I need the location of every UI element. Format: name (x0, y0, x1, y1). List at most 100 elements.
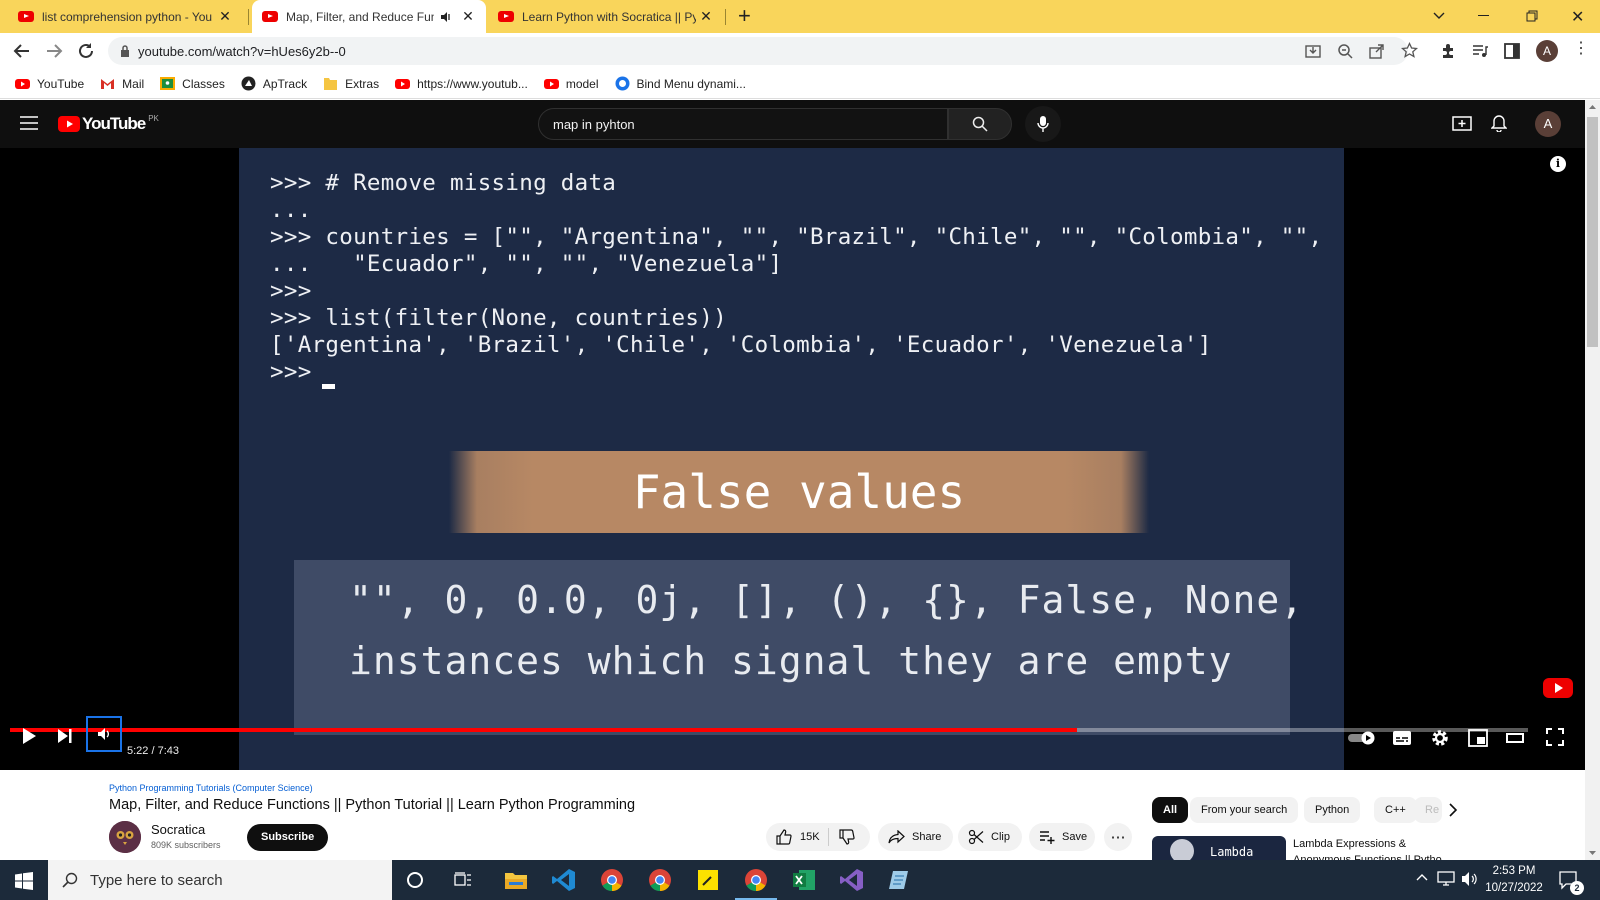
channel-watermark-icon[interactable] (1543, 676, 1573, 700)
voice-search-button[interactable] (1025, 106, 1061, 142)
play-button[interactable] (20, 727, 38, 745)
account-avatar[interactable]: A (1535, 111, 1561, 137)
chevron-right-icon[interactable] (1448, 803, 1458, 817)
file-explorer-icon[interactable] (503, 867, 529, 893)
windows-start-icon[interactable] (15, 872, 33, 890)
search-button[interactable] (948, 108, 1012, 140)
bookmark-classes[interactable]: Classes (160, 76, 225, 91)
bookmark-model[interactable]: model (543, 76, 599, 91)
bookmark-bind-menu[interactable]: Bind Menu dynami... (615, 76, 746, 91)
close-tab-icon[interactable]: ✕ (458, 8, 478, 25)
speaker-icon[interactable] (440, 11, 452, 23)
miniplayer-icon[interactable] (1468, 729, 1488, 747)
clock-time[interactable]: 2:53 PM (1484, 865, 1544, 877)
notifications-bell-icon[interactable] (1491, 114, 1507, 132)
subscribe-button[interactable]: Subscribe (247, 824, 329, 851)
new-tab-button[interactable]: + (738, 5, 751, 27)
page-scrollbar[interactable] (1585, 100, 1600, 860)
sticky-notes-icon[interactable] (695, 867, 721, 893)
profile-avatar[interactable]: A (1536, 40, 1558, 62)
minimize-button[interactable] (1478, 15, 1489, 16)
hamburger-menu-icon[interactable] (20, 116, 38, 130)
zoom-icon[interactable] (1337, 43, 1353, 59)
progress-bar[interactable] (10, 728, 1528, 732)
install-app-icon[interactable] (1305, 43, 1321, 59)
clock-date[interactable]: 10/27/2022 (1484, 882, 1544, 894)
url-text: youtube.com/watch?v=hUes6y2b--0 (138, 43, 346, 59)
fullscreen-icon[interactable] (1546, 728, 1564, 746)
mute-button[interactable] (86, 716, 122, 752)
media-control-icon[interactable] (1472, 43, 1488, 59)
side-panel-icon[interactable] (1504, 43, 1520, 59)
folder-icon (323, 76, 338, 91)
show-hidden-icons-chevron[interactable] (1416, 872, 1428, 884)
bookmark-label: ApTrack (262, 76, 308, 91)
taskbar-search-box[interactable]: Type here to search (48, 860, 392, 900)
next-button[interactable] (57, 728, 73, 744)
bookmark-extras-folder[interactable]: Extras (323, 76, 379, 91)
share-button[interactable]: Share (878, 823, 953, 851)
youtube-logo[interactable]: YouTube PK (58, 114, 159, 134)
tab-map-filter-reduce[interactable]: Map, Filter, and Reduce Func ✕ (252, 0, 486, 33)
tab-learn-python[interactable]: Learn Python with Socratica || Py ✕ (488, 0, 724, 33)
restore-button[interactable] (1526, 10, 1538, 22)
scroll-down-arrow-icon[interactable] (1589, 851, 1596, 856)
visual-studio-icon[interactable] (839, 867, 865, 893)
chrome-icon[interactable] (647, 867, 673, 893)
site-icon (615, 76, 630, 91)
forward-icon[interactable] (45, 42, 63, 60)
lock-icon[interactable] (120, 45, 130, 57)
menu-dots-icon[interactable]: ⋮ (1573, 41, 1589, 57)
chip-more[interactable]: Re (1414, 797, 1442, 823)
notepad-icon[interactable] (887, 867, 913, 893)
bookmark-mail[interactable]: Mail (100, 76, 144, 91)
dislike-button[interactable] (829, 829, 865, 845)
search-input[interactable]: map in pyhton (538, 108, 948, 140)
vscode-icon[interactable] (551, 867, 577, 893)
share-page-icon[interactable] (1369, 43, 1385, 59)
chip-all[interactable]: All (1152, 797, 1189, 823)
recommendation-title[interactable]: Lambda Expressions & (1293, 838, 1406, 850)
chip-cpp[interactable]: C++ (1374, 797, 1417, 823)
save-button[interactable]: Save (1029, 823, 1095, 851)
subtitles-icon[interactable] (1392, 729, 1412, 747)
reload-icon[interactable] (77, 42, 95, 60)
scroll-thumb[interactable] (1587, 117, 1598, 347)
close-window-button[interactable]: ✕ (1571, 7, 1584, 27)
chrome-profile-icon[interactable] (599, 867, 625, 893)
tab-list-comprehension[interactable]: list comprehension python - You ✕ (0, 0, 243, 33)
theater-mode-icon[interactable] (1506, 731, 1524, 745)
bookmark-youtube[interactable]: YouTube (15, 76, 84, 91)
chip-python[interactable]: Python (1304, 797, 1361, 823)
network-icon[interactable] (1437, 871, 1455, 887)
bookmark-aptrack[interactable]: ApTrack (241, 76, 307, 91)
settings-gear-icon[interactable] (1430, 728, 1450, 748)
excel-icon[interactable] (791, 867, 817, 893)
chrome-active-icon[interactable] (743, 867, 769, 893)
back-icon[interactable] (13, 42, 31, 60)
channel-name[interactable]: Socratica (151, 822, 205, 837)
like-button[interactable]: 15K (766, 828, 829, 846)
extensions-icon[interactable] (1440, 43, 1456, 59)
bookmark-star-icon[interactable] (1401, 42, 1418, 59)
youtube-icon (18, 11, 34, 22)
create-video-icon[interactable] (1452, 114, 1472, 132)
video-player[interactable]: >>> # Remove missing data ... >>> countr… (0, 148, 1585, 770)
close-tab-icon[interactable]: ✕ (215, 8, 235, 25)
info-icon[interactable]: i (1550, 156, 1566, 172)
close-tab-icon[interactable]: ✕ (696, 8, 716, 25)
chip-from-your-search[interactable]: From your search (1190, 797, 1299, 823)
more-actions-button[interactable]: ⋯ (1104, 823, 1132, 851)
cortana-icon[interactable] (407, 872, 423, 888)
clip-button[interactable]: Clip (958, 823, 1022, 851)
bookmark-youtube-link[interactable]: https://www.youtub... (395, 76, 528, 91)
task-view-icon[interactable] (454, 872, 472, 888)
channel-avatar[interactable] (109, 821, 141, 853)
tab-search-icon[interactable] (1432, 8, 1446, 22)
volume-tray-icon[interactable] (1461, 871, 1479, 887)
channel-category-link[interactable]: Python Programming Tutorials (Computer S… (109, 783, 313, 793)
scroll-up-arrow-icon[interactable] (1589, 104, 1596, 109)
address-bar[interactable]: youtube.com/watch?v=hUes6y2b--0 (108, 37, 1408, 65)
recommendation-thumbnail[interactable]: Lambda (1152, 836, 1286, 860)
autoplay-toggle[interactable] (1348, 731, 1376, 745)
